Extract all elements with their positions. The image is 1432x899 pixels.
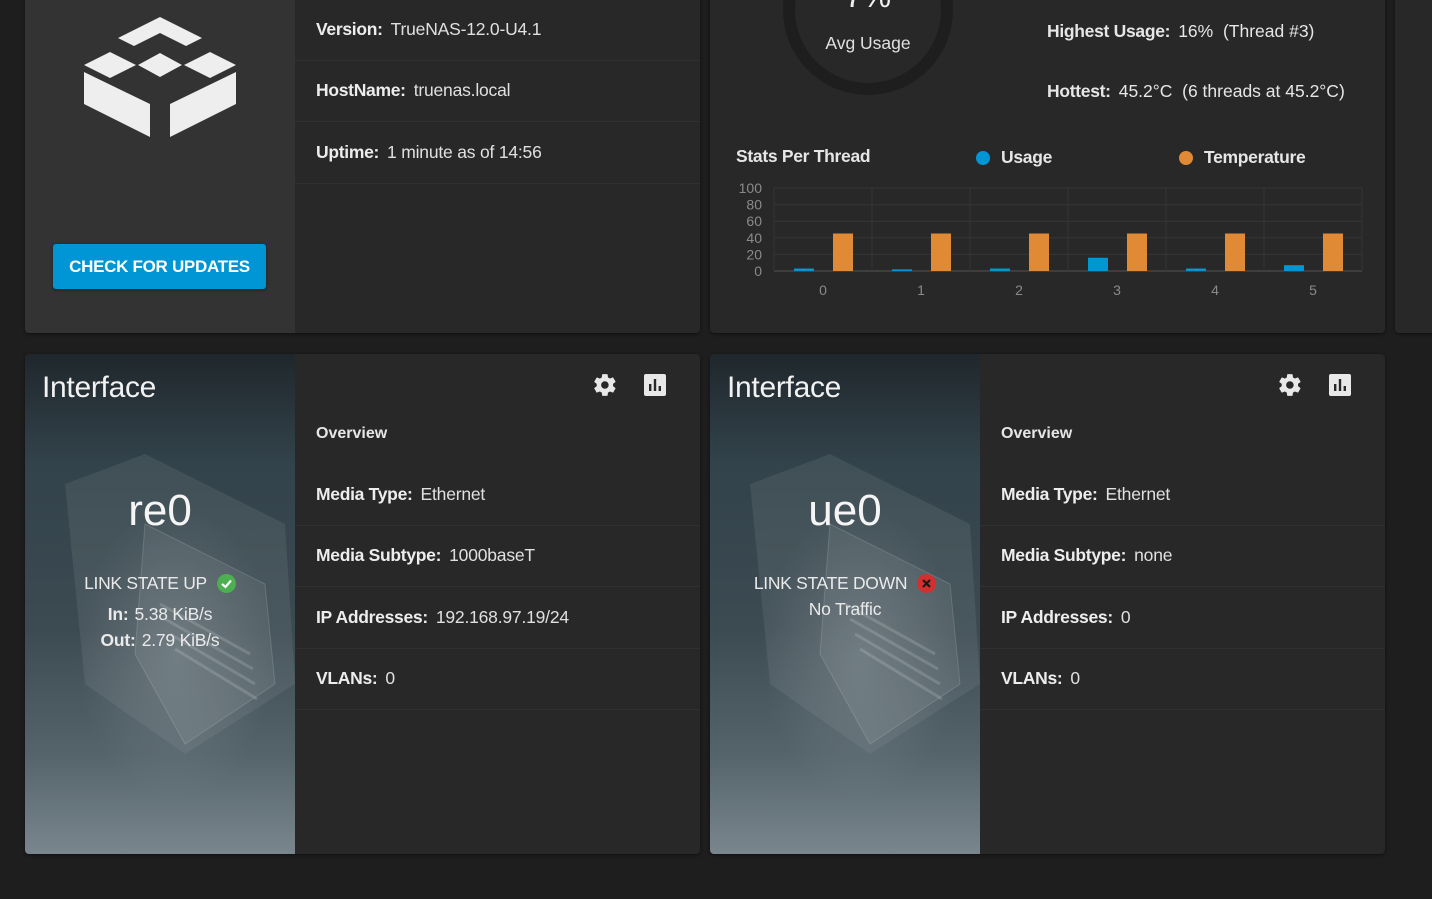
vlans-row: VLANs: 0 xyxy=(295,649,700,710)
version-label: Version: xyxy=(316,18,383,39)
gear-icon[interactable] xyxy=(592,372,618,398)
vlans-value: 0 xyxy=(385,668,395,689)
y-tick-label: 100 xyxy=(739,180,763,196)
system-info-card: CHECK FOR UPDATES Version: TrueNAS-12.0-U… xyxy=(25,0,700,333)
x-tick-label: 3 xyxy=(1113,282,1121,298)
usage-bar xyxy=(1186,268,1206,271)
hostname-value: truenas.local xyxy=(413,80,511,101)
temperature-bar xyxy=(1225,233,1245,271)
temperature-bar xyxy=(833,233,853,271)
media-type-value: Ethernet xyxy=(1105,483,1171,504)
link-state: LINK STATE UP xyxy=(25,573,295,594)
interface-card-re0: Interface re0 LINK STATE UP In: 5.38 KiB/… xyxy=(25,354,700,854)
interface-details: Overview Media Type: Ethernet Media Subty… xyxy=(980,404,1385,710)
system-logo-panel: CHECK FOR UPDATES xyxy=(25,0,295,333)
system-info-list: Version: TrueNAS-12.0-U4.1 HostName: truen… xyxy=(295,0,700,184)
traffic-in-label: In: xyxy=(107,604,129,624)
truenas-logo-icon xyxy=(84,17,236,137)
x-tick-label: 5 xyxy=(1309,282,1317,298)
y-tick-label: 20 xyxy=(746,246,762,262)
ip-addresses-value: 192.168.97.19/24 xyxy=(435,606,569,627)
y-tick-label: 40 xyxy=(746,230,762,246)
media-subtype-label: Media Subtype: xyxy=(1001,545,1127,566)
x-tick-label: 2 xyxy=(1015,282,1023,298)
x-tick-label: 1 xyxy=(917,282,925,298)
bar-chart-icon[interactable] xyxy=(642,372,668,398)
check-circle-icon xyxy=(216,574,236,593)
usage-bar xyxy=(794,268,814,271)
ip-addresses-value: 0 xyxy=(1120,606,1131,627)
ip-addresses-label: IP Addresses: xyxy=(316,606,428,627)
vlans-row: VLANs: 0 xyxy=(980,649,1385,710)
interface-name: re0 xyxy=(128,486,192,535)
interface-actions xyxy=(592,372,668,398)
interface-details: Overview Media Type: Ethernet Media Subty… xyxy=(295,404,700,710)
traffic-status: No Traffic xyxy=(808,599,882,619)
traffic-out-label: Out: xyxy=(100,630,136,650)
gear-icon[interactable] xyxy=(1277,372,1303,398)
link-state-label: LINK STATE DOWN xyxy=(753,573,908,593)
y-tick-label: 60 xyxy=(746,213,762,229)
media-subtype-label: Media Subtype: xyxy=(316,545,442,566)
usage-bar xyxy=(892,269,912,271)
y-tick-label: 80 xyxy=(746,197,762,213)
media-subtype-value: 1000baseT xyxy=(449,545,535,566)
media-type-label: Media Type: xyxy=(316,483,413,504)
vlans-label: VLANs: xyxy=(316,668,378,689)
interface-actions xyxy=(1277,372,1353,398)
temperature-bar xyxy=(1323,233,1343,271)
overview-heading: Overview xyxy=(1001,425,1073,442)
bar-chart-icon[interactable] xyxy=(1327,372,1353,398)
usage-bar xyxy=(990,268,1010,271)
version-row: Version: TrueNAS-12.0-U4.1 xyxy=(295,0,700,61)
uptime-value: 1 minute as of 14:56 xyxy=(387,141,542,162)
media-type-row: Media Type: Ethernet xyxy=(980,464,1385,526)
hostname-row: HostName: truenas.local xyxy=(295,61,700,122)
vlans-label: VLANs: xyxy=(1001,668,1063,689)
x-tick-label: 0 xyxy=(819,282,827,298)
overview-heading: Overview xyxy=(316,425,388,442)
ip-addresses-label: IP Addresses: xyxy=(1001,606,1113,627)
media-subtype-row: Media Subtype: none xyxy=(980,526,1385,587)
media-subtype-value: none xyxy=(1134,545,1173,566)
uptime-label: Uptime: xyxy=(316,141,380,162)
traffic-in-value: 5.38 KiB/s xyxy=(134,604,213,624)
usage-bar xyxy=(1284,265,1304,271)
check-for-updates-button[interactable]: CHECK FOR UPDATES xyxy=(53,244,266,289)
interface-title: Interface xyxy=(727,371,842,404)
media-type-row: Media Type: Ethernet xyxy=(295,464,700,526)
ip-addresses-row: IP Addresses: 192.168.97.19/24 xyxy=(295,587,700,649)
version-value: TrueNAS-12.0-U4.1 xyxy=(390,18,542,39)
traffic-out-value: 2.79 KiB/s xyxy=(141,630,220,650)
interface-image-panel: Interface re0 LINK STATE UP In: 5.38 KiB/… xyxy=(25,354,295,854)
temperature-bar xyxy=(931,233,951,271)
y-tick-label: 0 xyxy=(754,263,762,279)
media-type-value: Ethernet xyxy=(420,483,486,504)
temperature-bar xyxy=(1127,233,1147,271)
temperature-bar xyxy=(1029,233,1049,271)
cpu-card: 7% Avg Usage Highest Usage:16% (Thread #… xyxy=(710,0,1385,333)
interface-name: ue0 xyxy=(808,486,882,535)
interface-title: Interface xyxy=(42,371,157,404)
media-type-label: Media Type: xyxy=(1001,483,1098,504)
next-card-edge xyxy=(1395,0,1432,333)
vlans-value: 0 xyxy=(1070,668,1080,689)
hostname-label: HostName: xyxy=(316,80,406,101)
interface-card-ue0: Interface ue0 LINK STATE DOWN No Traffic… xyxy=(710,354,1385,854)
link-state-label: LINK STATE UP xyxy=(84,573,207,593)
usage-bar xyxy=(1088,257,1108,271)
ip-addresses-row: IP Addresses: 0 xyxy=(980,587,1385,649)
media-subtype-row: Media Subtype: 1000baseT xyxy=(295,526,700,587)
uptime-row: Uptime: 1 minute as of 14:56 xyxy=(295,122,700,184)
link-state: LINK STATE DOWN xyxy=(710,573,980,594)
traffic-out: Out: 2.79 KiB/s xyxy=(25,630,295,651)
error-circle-icon xyxy=(917,574,937,593)
x-tick-label: 4 xyxy=(1211,282,1219,298)
interface-image-panel: Interface ue0 LINK STATE DOWN No Traffic xyxy=(710,354,980,854)
thread-stats-chart: 0204060801000 1 2 3 4 5 xyxy=(739,180,1363,298)
traffic-in: In: 5.38 KiB/s xyxy=(25,604,295,625)
